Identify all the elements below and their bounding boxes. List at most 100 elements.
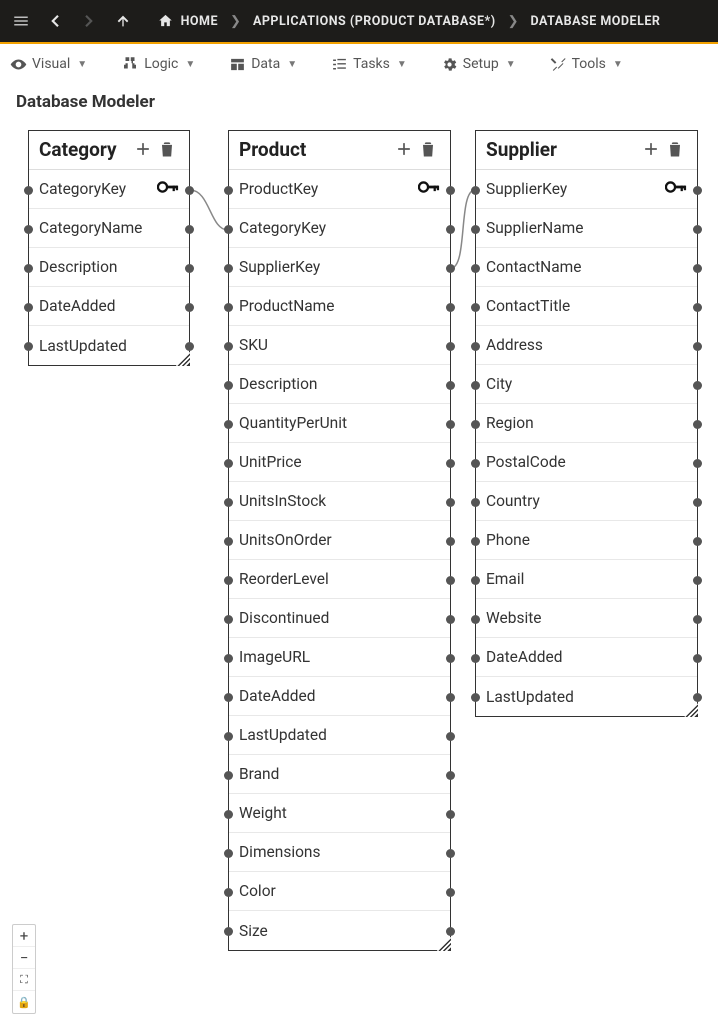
- connection-port[interactable]: [224, 225, 233, 234]
- field-row[interactable]: Dimensions: [229, 833, 450, 872]
- connection-port[interactable]: [224, 186, 233, 195]
- connection-port[interactable]: [471, 342, 480, 351]
- connection-port[interactable]: [693, 303, 702, 312]
- connection-port[interactable]: [224, 810, 233, 819]
- field-row[interactable]: Description: [229, 365, 450, 404]
- field-row[interactable]: ProductKey: [229, 170, 450, 209]
- connection-port[interactable]: [471, 654, 480, 663]
- connection-port[interactable]: [224, 771, 233, 780]
- breadcrumb-home[interactable]: HOME: [158, 13, 218, 29]
- field-row[interactable]: QuantityPerUnit: [229, 404, 450, 443]
- connection-port[interactable]: [693, 537, 702, 546]
- connection-port[interactable]: [446, 888, 455, 897]
- connection-port[interactable]: [446, 576, 455, 585]
- up-icon[interactable]: [110, 8, 136, 34]
- field-row[interactable]: Email: [476, 560, 697, 599]
- connection-port[interactable]: [471, 264, 480, 273]
- connection-port[interactable]: [693, 342, 702, 351]
- field-row[interactable]: DateAdded: [29, 287, 189, 326]
- field-row[interactable]: Region: [476, 404, 697, 443]
- canvas[interactable]: Category CategoryKeyCategoryName Descript…: [0, 115, 718, 1024]
- toolbar-visual[interactable]: Visual▼: [10, 56, 87, 73]
- connection-port[interactable]: [693, 693, 702, 702]
- connection-port[interactable]: [185, 303, 194, 312]
- connection-port[interactable]: [693, 186, 702, 195]
- connection-port[interactable]: [224, 498, 233, 507]
- toolbar-data[interactable]: Data▼: [229, 56, 297, 73]
- connection-port[interactable]: [224, 264, 233, 273]
- connection-port[interactable]: [446, 303, 455, 312]
- resize-handle[interactable]: [176, 352, 190, 366]
- connection-port[interactable]: [446, 459, 455, 468]
- connection-port[interactable]: [224, 654, 233, 663]
- field-row[interactable]: Color: [229, 872, 450, 911]
- breadcrumb-leaf[interactable]: DATABASE MODELER: [531, 14, 661, 29]
- connection-port[interactable]: [24, 342, 33, 351]
- table-supplier[interactable]: Supplier SupplierKeySupplierNameContactN…: [475, 130, 698, 717]
- back-icon[interactable]: [42, 8, 68, 34]
- field-row[interactable]: LastUpdated: [229, 716, 450, 755]
- connection-port[interactable]: [224, 459, 233, 468]
- toolbar-tasks[interactable]: Tasks▼: [331, 56, 407, 73]
- field-row[interactable]: Discontinued: [229, 599, 450, 638]
- field-row[interactable]: Weight: [229, 794, 450, 833]
- field-row[interactable]: UnitPrice: [229, 443, 450, 482]
- connection-port[interactable]: [24, 264, 33, 273]
- field-row[interactable]: ImageURL: [229, 638, 450, 677]
- field-row[interactable]: PostalCode: [476, 443, 697, 482]
- connection-port[interactable]: [693, 654, 702, 663]
- connection-port[interactable]: [471, 420, 480, 429]
- connection-port[interactable]: [471, 498, 480, 507]
- connection-port[interactable]: [224, 381, 233, 390]
- field-row[interactable]: CategoryKey: [29, 170, 189, 209]
- connection-port[interactable]: [446, 381, 455, 390]
- field-row[interactable]: SupplierName: [476, 209, 697, 248]
- add-field-icon[interactable]: [131, 137, 155, 161]
- table-category[interactable]: Category CategoryKeyCategoryNameDescript…: [28, 130, 190, 366]
- connection-port[interactable]: [224, 927, 233, 936]
- connection-port[interactable]: [693, 381, 702, 390]
- delete-icon[interactable]: [155, 137, 179, 161]
- field-row[interactable]: LastUpdated: [476, 677, 697, 716]
- field-row[interactable]: Brand: [229, 755, 450, 794]
- zoom-fit-button[interactable]: ⛶: [13, 969, 35, 991]
- field-row[interactable]: City: [476, 365, 697, 404]
- connection-port[interactable]: [446, 654, 455, 663]
- add-field-icon[interactable]: [639, 137, 663, 161]
- field-row[interactable]: ContactTitle: [476, 287, 697, 326]
- connection-port[interactable]: [446, 186, 455, 195]
- connection-port[interactable]: [224, 303, 233, 312]
- connection-port[interactable]: [693, 576, 702, 585]
- connection-port[interactable]: [471, 459, 480, 468]
- field-row[interactable]: Phone: [476, 521, 697, 560]
- connection-port[interactable]: [446, 849, 455, 858]
- connection-port[interactable]: [446, 927, 455, 936]
- breadcrumb-apps[interactable]: APPLICATIONS (PRODUCT DATABASE*): [253, 14, 496, 29]
- connection-port[interactable]: [224, 888, 233, 897]
- resize-handle[interactable]: [684, 703, 698, 717]
- field-row[interactable]: LastUpdated: [29, 326, 189, 365]
- table-header[interactable]: Product: [229, 131, 450, 170]
- connection-port[interactable]: [446, 810, 455, 819]
- connection-port[interactable]: [446, 498, 455, 507]
- table-header[interactable]: Category: [29, 131, 189, 170]
- resize-handle[interactable]: [437, 937, 451, 951]
- delete-icon[interactable]: [416, 137, 440, 161]
- connection-port[interactable]: [224, 342, 233, 351]
- connection-port[interactable]: [185, 342, 194, 351]
- menu-icon[interactable]: [8, 8, 34, 34]
- connection-port[interactable]: [446, 420, 455, 429]
- connection-port[interactable]: [471, 537, 480, 546]
- connection-port[interactable]: [224, 732, 233, 741]
- connection-port[interactable]: [185, 225, 194, 234]
- connection-port[interactable]: [185, 264, 194, 273]
- field-row[interactable]: SKU: [229, 326, 450, 365]
- connection-port[interactable]: [224, 849, 233, 858]
- add-field-icon[interactable]: [392, 137, 416, 161]
- field-row[interactable]: ReorderLevel: [229, 560, 450, 599]
- field-row[interactable]: CategoryName: [29, 209, 189, 248]
- connection-port[interactable]: [446, 693, 455, 702]
- zoom-lock-button[interactable]: 🔒: [13, 991, 35, 1013]
- field-row[interactable]: DateAdded: [229, 677, 450, 716]
- connection-port[interactable]: [24, 225, 33, 234]
